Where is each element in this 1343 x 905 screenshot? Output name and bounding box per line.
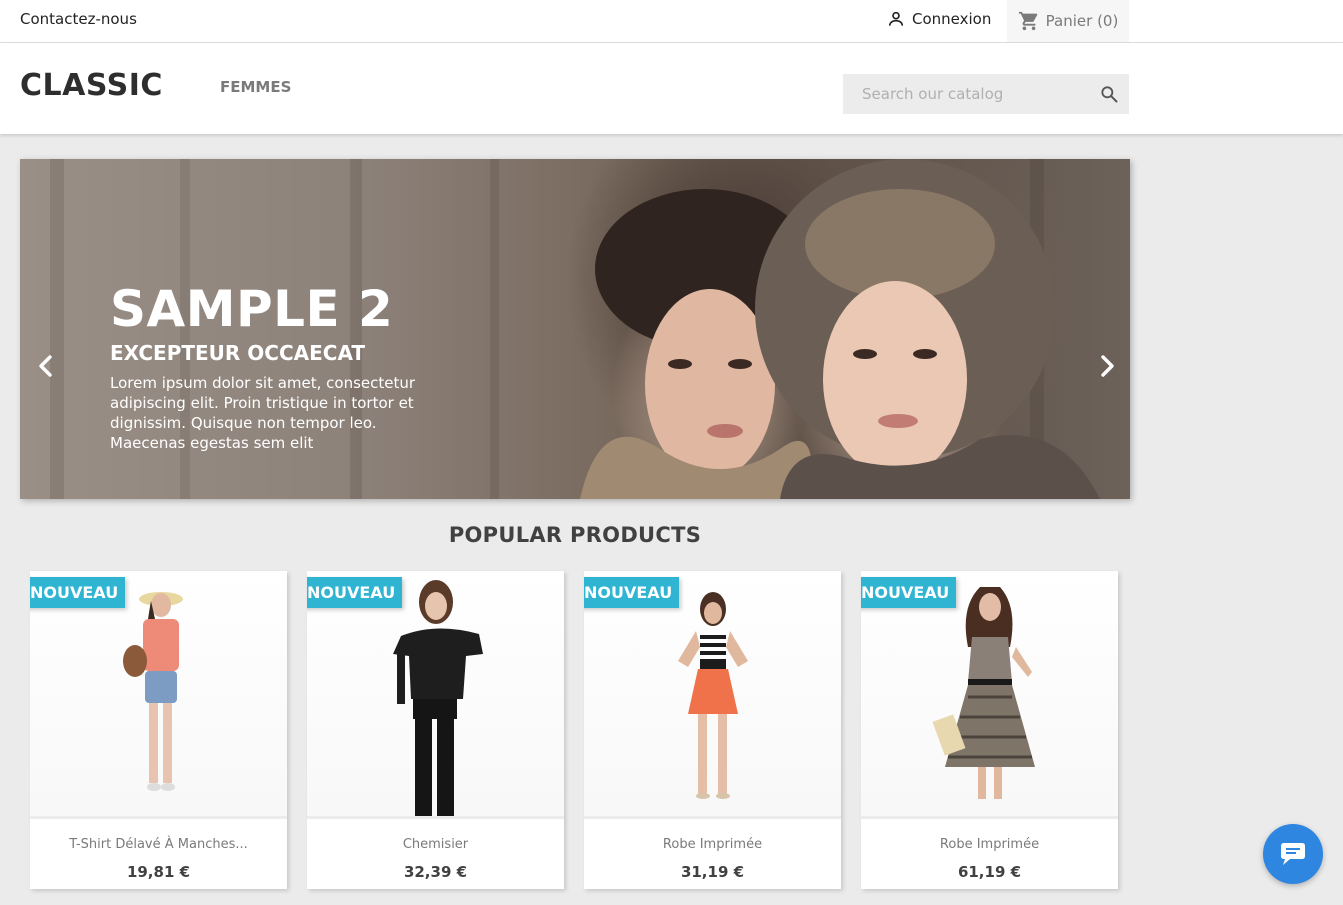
product-price: 31,19 € [680,863,745,881]
slide-description: Lorem ipsum dolor sit amet, consectetur … [110,374,416,452]
chat-bubble-icon [1281,843,1305,865]
search-box [843,74,1129,114]
product-name[interactable]: T-Shirt Délavé À Manches... [30,837,287,852]
product-card[interactable]: NOUVEAU Robe Imprimée 31,19 € [584,571,841,889]
product-photo-tshirt [122,592,183,791]
carousel-prev-button[interactable] [34,354,58,378]
product-card[interactable]: NOUVEAU Chemisier 32,39 € [307,571,564,889]
product-name[interactable]: Robe Imprimée [584,837,841,852]
cart-label: Panier (0) [1045,12,1119,30]
person-icon [888,11,904,26]
site-header: CLASSIC FEMMES [0,43,1343,134]
slide-title: SAMPLE 2 [110,280,394,338]
search-icon [1101,86,1118,103]
slide-caption: SAMPLE 2 EXCEPTEUR OCCAECAT Lorem ipsum … [110,281,440,453]
hero-carousel[interactable]: SAMPLE 2 EXCEPTEUR OCCAECAT Lorem ipsum … [20,159,1130,499]
product-image[interactable]: NOUVEAU [584,571,841,819]
chevron-right-icon [1101,355,1114,377]
search-input[interactable] [843,74,1093,114]
product-card[interactable]: NOUVEAU T-Shirt Délavé À Manches... 19,8… [30,571,287,889]
product-image[interactable]: NOUVEAU [861,571,1118,819]
product-badge: NOUVEAU [861,577,957,608]
shopping-cart-icon [1018,11,1037,31]
cart-button[interactable]: Panier (0) [1007,0,1129,42]
slide-subtitle: EXCEPTEUR OCCAECAT [110,341,366,365]
section-title-popular-products: POPULAR PRODUCTS [448,523,702,547]
login-link[interactable]: Connexion [886,9,991,29]
product-image[interactable]: NOUVEAU [30,571,287,819]
chat-button[interactable] [1263,824,1323,884]
product-card[interactable]: NOUVEAU Robe Imprimée 61,19 € [861,571,1118,889]
chevron-left-icon [39,355,52,377]
product-badge: NOUVEAU [307,577,403,608]
site-logo[interactable]: CLASSIC [20,68,163,103]
product-name[interactable]: Chemisier [307,837,564,852]
product-price: 61,19 € [957,863,1022,881]
product-photo-dress-print [932,587,1035,799]
contact-link[interactable]: Contactez-nous [20,10,137,28]
product-price: 32,39 € [403,863,468,881]
product-image[interactable]: NOUVEAU [307,571,564,819]
search-button[interactable] [1099,84,1119,108]
product-badge: NOUVEAU [30,577,126,608]
product-price: 19,81 € [126,863,191,881]
top-nav: Contactez-nous Connexion Panier (0) [0,0,1343,43]
product-photo-dress-orange [677,592,748,799]
product-photo-blouse [392,580,483,816]
menu-item-femmes[interactable]: FEMMES [220,78,291,96]
product-badge: NOUVEAU [584,577,680,608]
login-label: Connexion [912,10,992,28]
product-name[interactable]: Robe Imprimée [861,837,1118,852]
carousel-next-button[interactable] [1095,354,1119,378]
